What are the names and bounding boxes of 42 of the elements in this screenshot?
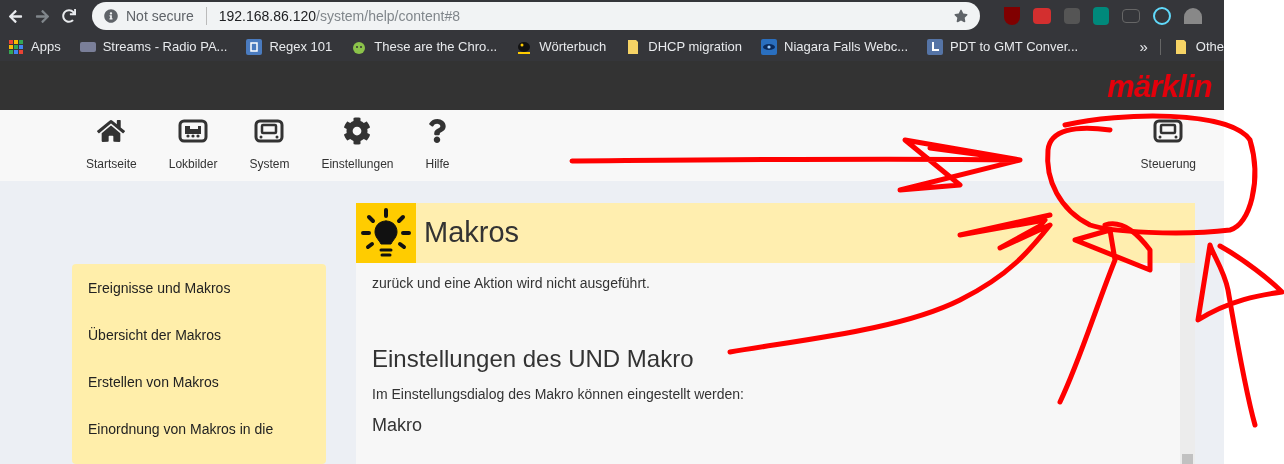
device-icon <box>1153 119 1184 144</box>
bookmark-link[interactable]: Regex 101 <box>246 37 333 57</box>
bookmark-link[interactable]: Wörterbuch <box>516 37 607 57</box>
bookmark-link[interactable]: DHCP migration <box>625 37 742 57</box>
forward-icon[interactable] <box>35 8 50 24</box>
bookmark-star-icon[interactable] <box>954 9 968 24</box>
address-bar[interactable]: Not secure 192.168.86.120/system/help/content#8 <box>92 2 980 31</box>
subsection-heading: Makro <box>372 414 423 437</box>
info-icon <box>104 9 118 24</box>
nav-item[interactable]: Lokbilder <box>162 117 224 174</box>
section-heading: Einstellungen des UND Makro <box>372 344 695 374</box>
bookmark-link[interactable]: Othe <box>1172 37 1224 57</box>
scrollbar-thumb[interactable] <box>1182 454 1193 464</box>
more-bookmarks-button[interactable]: » <box>1139 35 1148 59</box>
bookmark-link[interactable]: Streams - Radio PA... <box>79 37 228 57</box>
locomotive-icon <box>178 119 209 144</box>
nav-item[interactable]: Hilfe <box>419 117 456 174</box>
sidebar-link[interactable]: Einordnung von Makros in die <box>88 419 310 440</box>
eye-icon <box>761 38 777 55</box>
logo: märklin <box>1107 70 1212 102</box>
bookmark-link[interactable]: These are the Chro... <box>351 37 498 57</box>
paragraph: zurück und eine Aktion wird nicht ausgeführt. <box>372 274 651 293</box>
nav-item[interactable]: Startseite <box>80 117 143 174</box>
sidebar-link[interactable]: Erstellen von Makros <box>88 372 310 393</box>
nav-item[interactable]: System <box>243 117 296 174</box>
paragraph: Im Einstellungsdialog des Makro können eingestellt werden: <box>372 385 745 404</box>
bookmark-link[interactable]: Apps <box>8 37 61 57</box>
clock-icon <box>927 38 944 55</box>
apps-grid-icon <box>8 38 24 55</box>
back-icon[interactable] <box>8 8 23 24</box>
settings-icon <box>343 117 372 146</box>
sidebar-link[interactable]: Ereignisse und Makros <box>88 278 310 299</box>
device-icon <box>254 119 285 144</box>
security-label: Not secure <box>126 6 194 26</box>
reload-icon[interactable] <box>62 9 76 24</box>
page-title: Makros <box>424 215 520 251</box>
url-text: 192.168.86.120/system/help/content#8 <box>218 6 460 26</box>
bookmark-link[interactable]: Niagara Falls Webc... <box>761 37 909 57</box>
bookmark-link[interactable]: PDT to GMT Conver... <box>927 37 1079 57</box>
nav-item[interactable]: Steuerung <box>1134 117 1202 174</box>
sidebar-link[interactable]: Übersicht der Makros <box>88 325 310 346</box>
nav-item[interactable]: Einstellungen <box>315 117 400 174</box>
